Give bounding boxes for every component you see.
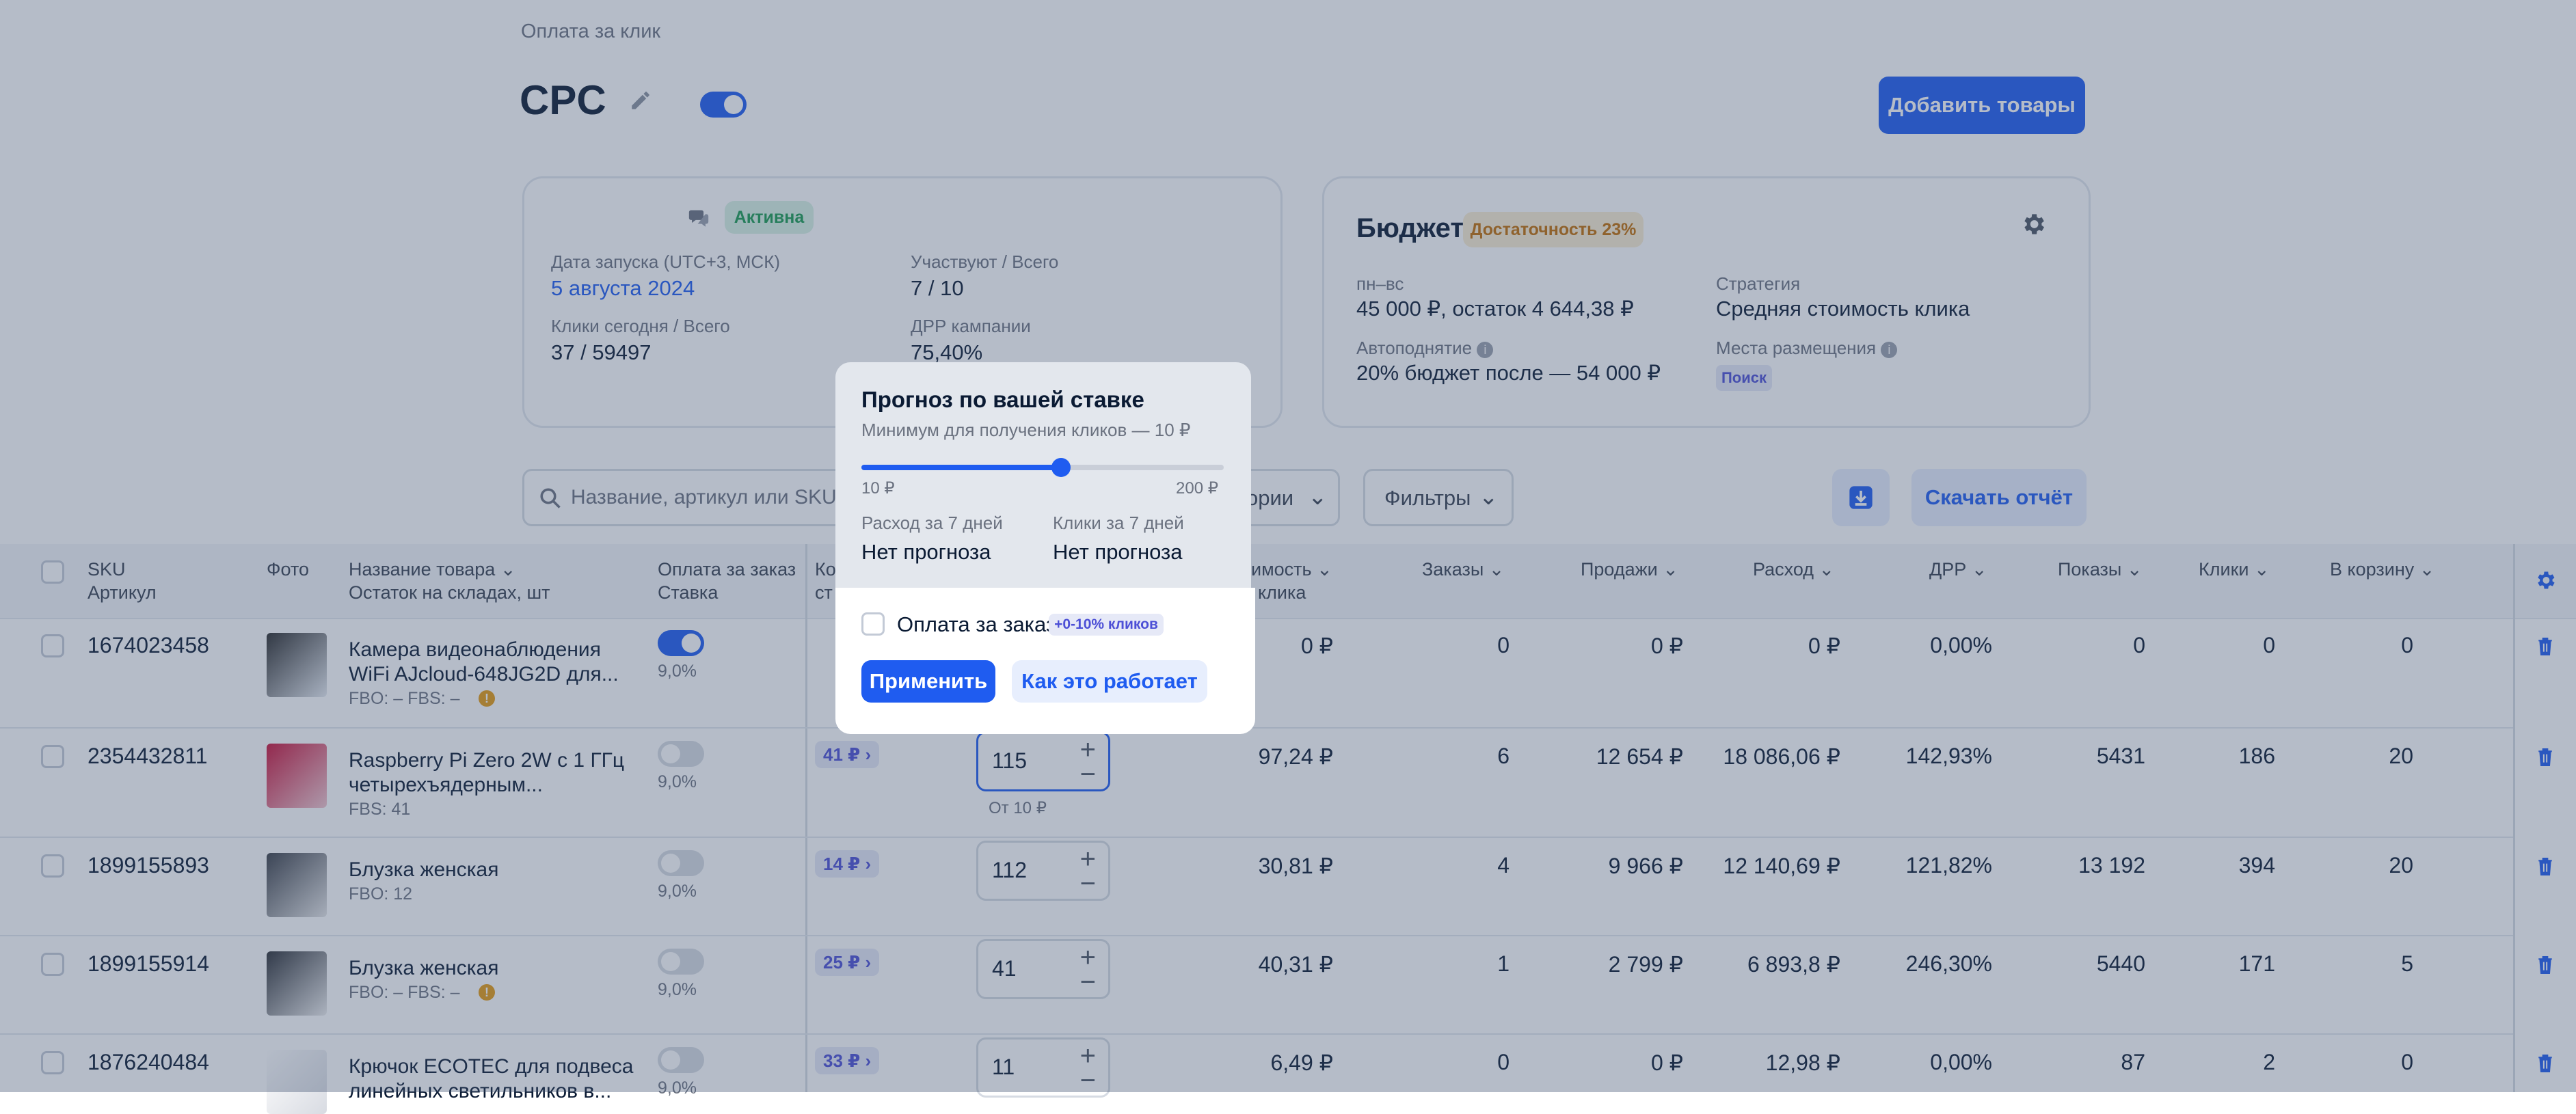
forecast-popup-actions: Оплата за заказ +0-10% кликов Применить … <box>835 588 1255 734</box>
bid-slider[interactable] <box>861 458 1224 477</box>
forecast-popup: Прогноз по вашей ставке Минимум для полу… <box>835 362 1251 588</box>
pay-per-order-tag: +0-10% кликов <box>1049 614 1164 636</box>
spend-label: Расход за 7 дней <box>861 513 1003 533</box>
slider-fill <box>861 465 1061 470</box>
popup-subtitle: Минимум для получения кликов — 10 ₽ <box>861 420 1191 440</box>
slider-max: 200 ₽ <box>1176 479 1218 498</box>
clicks-forecast-label: Клики за 7 дней <box>1053 513 1184 533</box>
how-it-works-button[interactable]: Как это работает <box>1012 660 1207 703</box>
slider-min: 10 ₽ <box>861 479 895 498</box>
spend-value: Нет прогноза <box>861 540 991 564</box>
pay-per-order-checkbox[interactable] <box>861 612 885 636</box>
slider-knob[interactable] <box>1051 458 1071 477</box>
apply-button[interactable]: Применить <box>861 660 995 703</box>
modal-overlay[interactable] <box>0 0 2576 1092</box>
popup-title: Прогноз по вашей ставке <box>861 387 1144 412</box>
clicks-forecast-value: Нет прогноза <box>1053 540 1183 564</box>
pay-per-order-label[interactable]: Оплата за заказ <box>897 612 1056 637</box>
